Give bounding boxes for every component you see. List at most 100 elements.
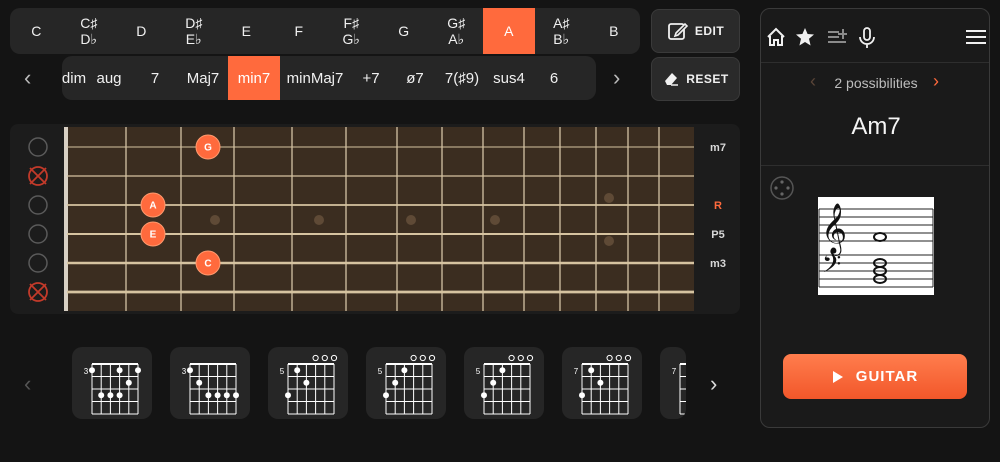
interval-label: m7: [710, 142, 726, 154]
star-icon[interactable]: [795, 27, 815, 47]
open-string-marker[interactable]: [28, 195, 48, 215]
notation-options-icon[interactable]: [769, 175, 795, 201]
chord-quality-button[interactable]: 7(♯9): [438, 56, 486, 100]
voicing-finger-dot: [89, 367, 95, 374]
root-note-button[interactable]: G: [378, 8, 431, 54]
voicing-finger-dot: [196, 379, 203, 386]
possibilities-label: 2 possibilities: [834, 75, 918, 91]
voicing-fret-number: 3: [84, 367, 89, 376]
voicing-finger-dot: [499, 367, 506, 374]
root-note-button[interactable]: A♯ B♭: [535, 8, 588, 54]
chord-quality-selector: dim aug 7 Maj7 min7 minMaj7 +7 ø7 7(♯9) sus4 6: [62, 56, 596, 100]
root-note-alt-label: G♭: [342, 31, 361, 47]
reset-button[interactable]: RESET: [651, 57, 740, 101]
voicing-finger-dot: [579, 392, 585, 399]
voicing-finger-dot: [294, 367, 301, 374]
voicing-finger-dot: [98, 392, 105, 399]
chord-quality-button[interactable]: aug: [86, 56, 132, 100]
fretted-note-marker[interactable]: C: [195, 250, 221, 276]
fretboard: m7 R P5 m3 G A E C: [10, 124, 740, 314]
chord-quality-button[interactable]: ø7: [392, 56, 438, 100]
root-note-button[interactable]: E: [220, 8, 273, 54]
open-string-marker[interactable]: [28, 137, 48, 157]
voicings-prev-chevron-icon[interactable]: ‹: [24, 372, 31, 396]
root-note-button[interactable]: D♯ E♭: [168, 8, 221, 54]
fret-inlay-dot: [314, 215, 324, 225]
fretboard-diagram: m7 R P5 m3 G A E C: [28, 127, 726, 311]
panel-divider: [761, 62, 989, 63]
playlist-add-icon[interactable]: [827, 27, 847, 47]
chord-quality-button[interactable]: 6: [532, 56, 576, 100]
fretted-note-marker[interactable]: E: [140, 221, 166, 247]
voicing-diagram-card[interactable]: 5: [366, 347, 446, 419]
voicing-finger-dot: [303, 379, 310, 386]
open-string-marker[interactable]: [28, 224, 48, 244]
voicing-diagram-card[interactable]: 5: [464, 347, 544, 419]
voicing-diagram-card[interactable]: 3: [72, 347, 152, 419]
interval-label: P5: [711, 229, 724, 241]
voicing-fret-number: 7: [672, 367, 677, 376]
voicing-finger-dot: [187, 367, 193, 374]
fret-inlay-dot: [406, 215, 416, 225]
voicing-finger-dot: [481, 392, 487, 399]
chord-quality-button[interactable]: Maj7: [178, 56, 228, 100]
chord-detail-panel: ‹ 2 possibilities › Am7 𝄞 𝄢 GUITAR: [760, 8, 990, 428]
note-label: C: [204, 259, 211, 270]
voicing-finger-dot: [588, 367, 595, 374]
root-note-alt-label: A♭: [448, 31, 465, 47]
panel-divider: [761, 165, 989, 166]
voicing-fret-number: 5: [280, 367, 285, 376]
note-label: A: [149, 201, 156, 212]
interval-label: R: [714, 200, 722, 212]
voicing-finger-dot: [116, 367, 123, 374]
voicing-finger-dot: [107, 392, 114, 399]
chord-name: Am7: [851, 113, 901, 140]
chord-quality-button[interactable]: minMaj7: [280, 56, 350, 100]
voicing-finger-dot: [125, 379, 132, 386]
voicing-diagram-card[interactable]: 7: [562, 347, 642, 419]
play-guitar-button[interactable]: GUITAR: [783, 354, 967, 399]
reset-button-label: RESET: [686, 72, 729, 86]
voicing-fret-number: 3: [182, 367, 187, 376]
root-note-button[interactable]: C: [10, 8, 63, 54]
voicing-fret-number: 5: [476, 367, 481, 376]
root-note-button[interactable]: F: [273, 8, 326, 54]
chord-quality-button[interactable]: +7: [350, 56, 392, 100]
treble-clef-icon: 𝄞: [821, 203, 847, 256]
chord-quality-button[interactable]: sus4: [486, 56, 532, 100]
quality-prev-chevron-icon[interactable]: ‹: [24, 66, 31, 90]
open-string-marker[interactable]: [28, 253, 48, 273]
voicing-finger-dot: [116, 392, 123, 399]
fret-inlay-dot: [604, 193, 614, 203]
voicing-finger-dot: [233, 392, 239, 399]
chord-quality-button[interactable]: dim: [62, 56, 86, 100]
root-note-label: E: [241, 23, 251, 39]
next-possibility-chevron-icon[interactable]: ›: [933, 71, 939, 92]
root-note-button[interactable]: F♯ G♭: [325, 8, 378, 54]
root-note-button[interactable]: G♯ A♭: [430, 8, 483, 54]
voicings-next-chevron-icon[interactable]: ›: [710, 372, 717, 396]
quality-next-chevron-icon[interactable]: ›: [613, 66, 620, 90]
play-icon: [832, 370, 843, 383]
hamburger-menu-icon[interactable]: [966, 27, 986, 47]
root-note-label: C♯: [80, 15, 98, 31]
voicing-finger-dot: [205, 392, 212, 399]
root-note-button[interactable]: D: [115, 8, 168, 54]
fretted-note-marker[interactable]: G: [195, 134, 221, 160]
chord-quality-button[interactable]: min7: [228, 56, 280, 100]
home-icon[interactable]: [766, 27, 786, 47]
root-note-button[interactable]: C♯ D♭: [63, 8, 116, 54]
voicing-diagram-card[interactable]: 3: [170, 347, 250, 419]
voicing-diagram-card[interactable]: 7: [660, 347, 686, 419]
fretted-note-marker[interactable]: A: [140, 192, 166, 218]
root-note-button[interactable]: A: [482, 8, 535, 54]
fretboard-wood: [67, 127, 694, 311]
chord-quality-button[interactable]: 7: [132, 56, 178, 100]
root-note-alt-label: D♭: [80, 31, 98, 47]
voicing-diagram-card[interactable]: 5: [268, 347, 348, 419]
root-note-button[interactable]: B: [588, 8, 641, 54]
voicing-finger-dot: [597, 379, 604, 386]
root-note-label: G: [398, 23, 410, 39]
edit-button[interactable]: EDIT: [651, 9, 740, 53]
microphone-icon[interactable]: [857, 27, 877, 49]
